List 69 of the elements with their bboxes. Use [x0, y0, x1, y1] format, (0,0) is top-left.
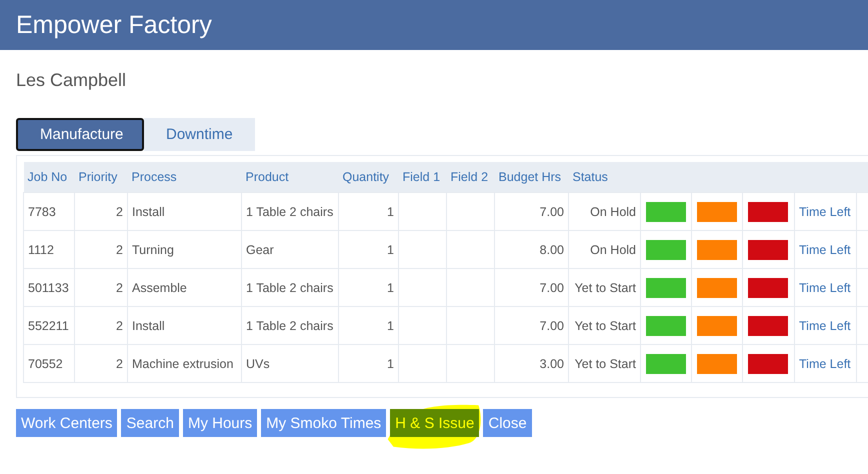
table-cell: 3.00	[540, 356, 564, 370]
column-header: Priority	[74, 162, 128, 192]
table-cell: Yet to Start	[574, 318, 636, 332]
table-cell: Install	[132, 204, 165, 218]
action-button[interactable]: Close	[483, 409, 532, 437]
status-color-button[interactable]	[646, 354, 686, 374]
action-button[interactable]: My Smoko Times	[261, 409, 386, 437]
table-cell: 1112	[28, 242, 54, 256]
column-header: Status	[568, 162, 640, 192]
column-header: Product	[242, 162, 338, 192]
table-cell: Turning	[132, 242, 174, 256]
status-color-button[interactable]	[748, 240, 788, 260]
action-button[interactable]: H & S Issue	[390, 409, 480, 437]
table-cell: 1 Table 2 chairs	[246, 318, 334, 332]
column-header: Process	[128, 162, 242, 192]
column-header: Budget Hrs	[494, 162, 568, 192]
status-color-button[interactable]	[646, 278, 686, 298]
table-cell: Assemble	[132, 280, 187, 294]
status-color-button[interactable]	[646, 202, 686, 222]
status-color-button[interactable]	[697, 202, 737, 222]
table-cell: 1 Table 2 chairs	[246, 204, 334, 218]
status-color-button[interactable]	[748, 316, 788, 336]
table-cell: 70552	[28, 356, 63, 370]
table-cell: 2	[116, 356, 123, 370]
status-color-button[interactable]	[748, 278, 788, 298]
table-cell: 501133	[28, 280, 69, 294]
table-cell: On Hold	[590, 242, 636, 256]
column-header: Job No	[24, 162, 74, 192]
table-cell: 1	[387, 242, 394, 256]
table-cell: Machine extrusion	[132, 356, 234, 370]
table-cell: 2	[116, 204, 123, 218]
table-cell: UVs	[246, 356, 270, 370]
table-cell: 7.00	[540, 318, 564, 332]
tab[interactable]: Downtime	[144, 118, 255, 151]
column-header: Field 2	[446, 162, 494, 192]
status-color-button[interactable]	[697, 354, 737, 374]
table-cell: 7783	[28, 204, 56, 218]
user-name: Les Campbell	[15, 69, 128, 92]
app-title: Empower Factory	[16, 10, 212, 40]
table-cell: 1	[387, 318, 394, 332]
table-cell: Yet to Start	[574, 280, 636, 294]
table-cell: Yet to Start	[574, 356, 636, 370]
table-cell: 1	[387, 356, 394, 370]
table-cell: 1	[387, 204, 394, 218]
table-cell: 8.00	[540, 242, 564, 256]
table-cell: 2	[116, 242, 123, 256]
column-header: Field 1	[398, 162, 446, 192]
tab[interactable]: Manufacture	[16, 118, 144, 151]
action-button[interactable]: My Hours	[182, 409, 258, 437]
table-cell: 7.00	[540, 204, 564, 218]
table-cell: 2	[116, 318, 123, 332]
table-cell: Gear	[246, 242, 274, 256]
table-cell: On Hold	[590, 204, 636, 218]
action-button[interactable]: Work Centers	[16, 409, 118, 437]
status-color-button[interactable]	[646, 316, 686, 336]
table-cell: 1	[387, 280, 394, 294]
status-color-button[interactable]	[697, 316, 737, 336]
status-color-button[interactable]	[697, 240, 737, 260]
status-color-button[interactable]	[646, 240, 686, 260]
column-header: Quantity	[338, 162, 398, 192]
action-button[interactable]: Search	[121, 409, 179, 437]
table-cell: 7.00	[540, 280, 564, 294]
status-color-button[interactable]	[748, 354, 788, 374]
table-cell: Install	[132, 318, 165, 332]
status-color-button[interactable]	[697, 278, 737, 298]
table-cell: 1 Table 2 chairs	[246, 280, 334, 294]
table-cell: 552211	[28, 318, 69, 332]
status-color-button[interactable]	[748, 202, 788, 222]
table-cell: 2	[116, 280, 123, 294]
